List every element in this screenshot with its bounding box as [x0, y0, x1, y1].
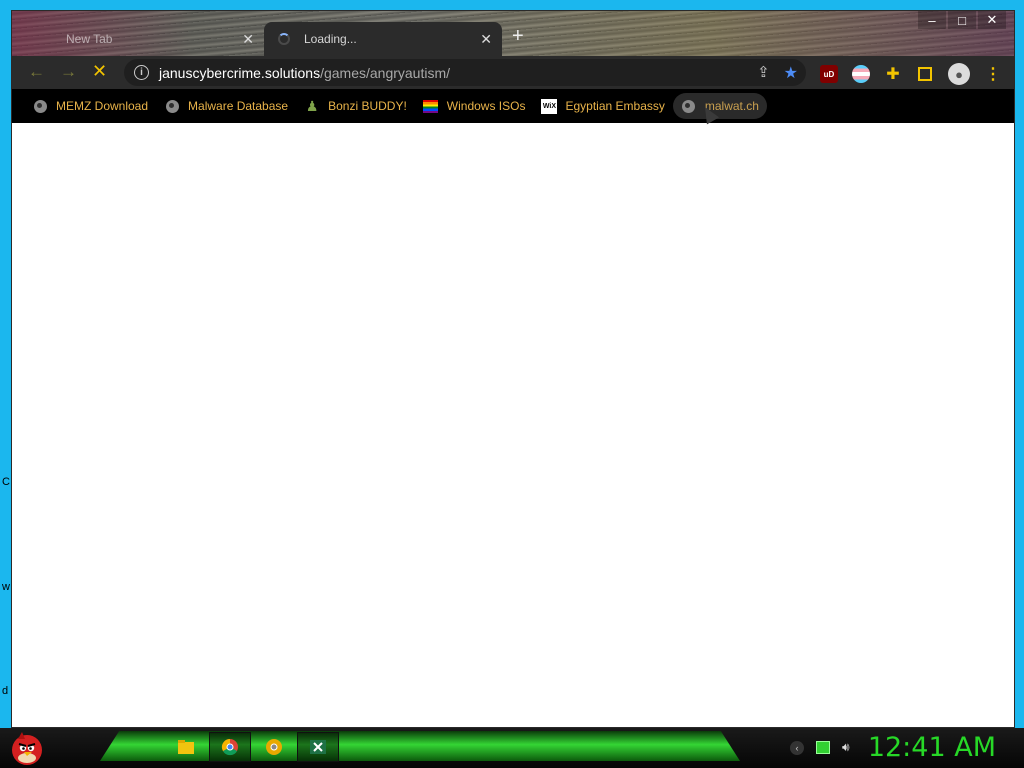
menu-kebab-icon[interactable]: ⋮ — [984, 65, 1002, 83]
minimize-button[interactable]: – — [918, 11, 946, 29]
file-explorer-icon — [178, 740, 194, 754]
forward-button[interactable]: → — [60, 62, 77, 82]
desktop-icon-label-d: d — [2, 685, 9, 697]
taskbar-excel[interactable] — [297, 732, 339, 762]
site-info-icon[interactable]: i — [134, 65, 149, 80]
bookmark-label: MEMZ Download — [56, 99, 149, 113]
bookmark-egyptian-embassy[interactable]: WiX Egyptian Embassy — [533, 93, 672, 119]
desktop-icon-label-w: w — [2, 581, 10, 593]
taskbar: ‹ 🔊︎ 12:41 AM — [0, 728, 1024, 768]
bookmark-label: Malware Database — [188, 99, 289, 113]
bookmark-windows-isos[interactable]: Windows ISOs — [415, 93, 534, 119]
globe-icon — [165, 99, 179, 113]
new-tab-button[interactable]: + — [512, 25, 524, 48]
wix-icon: WiX — [541, 98, 558, 114]
taskbar-file-explorer[interactable] — [166, 733, 206, 761]
browser-window: New Tab ✕ Loading... ✕ + – □ ✕ ← → ✕ i j… — [11, 10, 1015, 728]
address-bar[interactable]: i januscybercrime.solutions /games/angry… — [124, 59, 806, 86]
bookmark-label: Egyptian Embassy — [565, 99, 665, 113]
rainbow-flag-icon — [423, 99, 439, 113]
ublock-origin-icon[interactable]: uD — [820, 65, 838, 83]
network-icon[interactable] — [816, 741, 830, 754]
taskbar-chrome-canary[interactable] — [254, 733, 294, 761]
clock[interactable]: 12:41 AM — [868, 732, 996, 763]
trans-flag-extension-icon[interactable] — [852, 65, 870, 83]
bookmark-bonzi-buddy[interactable]: ♟ Bonzi BUDDY! — [296, 93, 415, 119]
share-icon[interactable]: ⇪ — [757, 63, 770, 83]
bookmark-malwatch[interactable]: malwat.ch — [672, 93, 767, 119]
excel-icon — [310, 740, 326, 754]
volume-icon[interactable]: 🔊︎ — [842, 740, 850, 755]
angry-bird-start-icon[interactable] — [8, 729, 46, 767]
bookmark-memz-download[interactable]: MEMZ Download — [24, 93, 156, 119]
globe-icon — [33, 99, 47, 113]
loading-spinner-icon — [278, 33, 290, 45]
chrome-canary-icon — [266, 739, 282, 755]
bookmark-malware-database[interactable]: Malware Database — [156, 93, 296, 119]
tray-chevron-icon[interactable]: ‹ — [790, 740, 804, 755]
globe-icon — [682, 99, 696, 113]
extensions-puzzle-icon[interactable]: ✚ — [884, 65, 902, 83]
close-tab-icon[interactable]: ✕ — [480, 31, 492, 48]
bonzi-icon: ♟ — [305, 97, 319, 114]
bookmark-label: Bonzi BUDDY! — [328, 99, 407, 113]
title-bar[interactable]: New Tab ✕ Loading... ✕ + – □ ✕ — [12, 11, 1014, 56]
desktop-icon-label-c: C — [2, 476, 10, 488]
chrome-icon — [221, 738, 238, 756]
bookmark-label: Windows ISOs — [446, 99, 526, 113]
bookmarks-bar: MEMZ Download Malware Database ♟ Bonzi B… — [12, 89, 1014, 123]
taskbar-chrome[interactable] — [209, 732, 251, 762]
page-content[interactable] — [12, 123, 1014, 727]
close-tab-icon[interactable]: ✕ — [242, 31, 254, 48]
side-panel-icon[interactable] — [918, 67, 932, 81]
url-path: /games/angryautism/ — [320, 64, 451, 81]
stop-loading-button[interactable]: ✕ — [92, 61, 107, 82]
tab-title: Loading... — [304, 32, 357, 46]
tab-title: New Tab — [66, 32, 113, 46]
close-window-button[interactable]: ✕ — [978, 11, 1006, 29]
maximize-button[interactable]: □ — [948, 11, 976, 29]
bookmark-star-icon[interactable]: ★ — [784, 63, 798, 83]
chrome-icon — [40, 31, 56, 47]
profile-avatar-icon[interactable]: ● — [948, 63, 970, 85]
back-button[interactable]: ← — [28, 62, 45, 82]
browser-toolbar: ← → ✕ i januscybercrime.solutions /games… — [12, 56, 1014, 89]
system-tray: ‹ 🔊︎ — [790, 740, 850, 755]
url-host: januscybercrime.solutions — [159, 64, 321, 81]
tab-new-tab[interactable]: New Tab ✕ — [26, 22, 264, 56]
tab-loading[interactable]: Loading... ✕ — [264, 22, 502, 56]
